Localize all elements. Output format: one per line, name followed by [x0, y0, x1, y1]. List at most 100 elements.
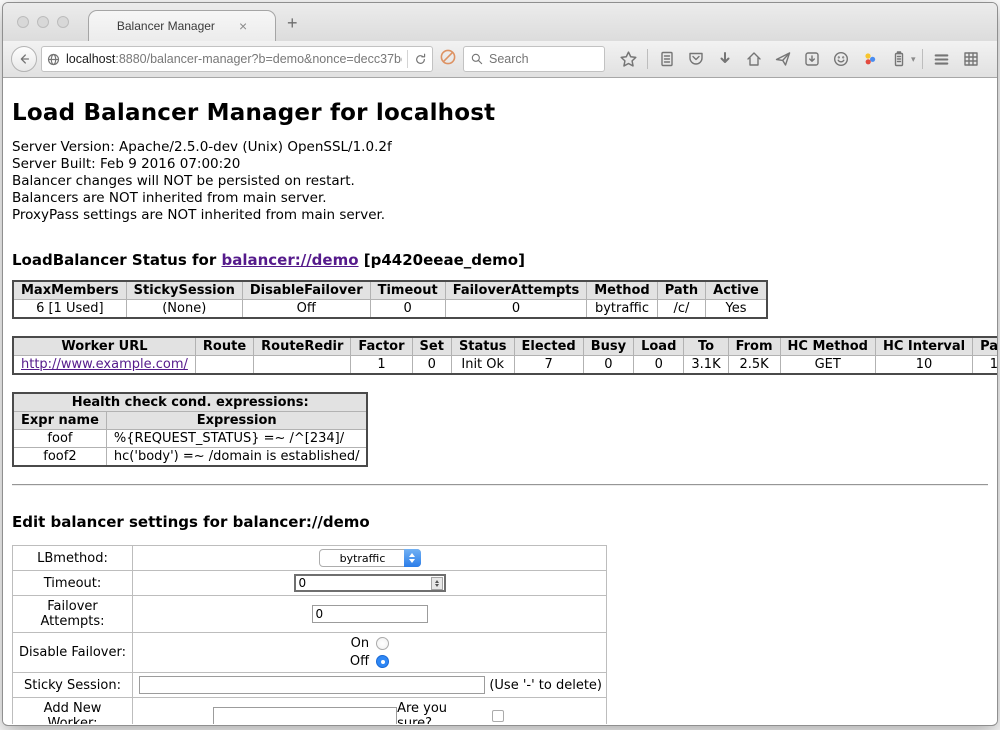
page-content: Load Balancer Manager for localhost Serv…: [3, 78, 997, 724]
bookmark-star-button[interactable]: [615, 46, 641, 72]
url-path: :8880/balancer-manager?b=demo&nonce=decc…: [115, 52, 402, 66]
cell-expr-name-1: foof: [13, 430, 106, 448]
worker-table: Worker URL Route RouteRedir Factor Set S…: [12, 336, 997, 375]
col-load: Load: [634, 337, 684, 356]
balancer-data-row: 6 [1 Used] (None) Off 0 0 bytraffic /c/ …: [13, 300, 767, 319]
search-bar[interactable]: [463, 46, 605, 72]
health-check-table: Health check cond. expressions: Expr nam…: [12, 392, 368, 467]
cell-elected: 7: [514, 356, 583, 375]
zoom-window-button[interactable]: [57, 16, 69, 28]
lbmethod-label: LBmethod:: [13, 546, 133, 571]
sticky-session-input[interactable]: [139, 676, 485, 694]
col-set: Set: [412, 337, 451, 356]
number-spinner-icon[interactable]: [431, 577, 443, 590]
extension-clipboard-button[interactable]: [886, 46, 912, 72]
content-blocked-icon[interactable]: [439, 48, 457, 71]
navigation-toolbar: localhost:8880/balancer-manager?b=demo&n…: [3, 41, 997, 78]
reading-list-button[interactable]: [654, 46, 680, 72]
failover-attempts-input[interactable]: [312, 605, 428, 623]
add-worker-label: Add New Worker:: [13, 698, 133, 725]
health-header-row: Expr name Expression: [13, 412, 367, 430]
pocket-button[interactable]: [683, 46, 709, 72]
col-from: From: [728, 337, 780, 356]
save-page-button[interactable]: [799, 46, 825, 72]
cell-hc-interval: 10: [875, 356, 972, 375]
cell-from: 2.5K: [728, 356, 780, 375]
extension-colordots-button[interactable]: [857, 46, 883, 72]
select-stepper-icon: [404, 549, 421, 567]
are-you-sure-checkbox[interactable]: [492, 710, 504, 722]
cell-disablefailover: Off: [242, 300, 370, 319]
balancer-status-table: MaxMembers StickySession DisableFailover…: [12, 280, 768, 319]
balancer-link[interactable]: balancer://demo: [221, 251, 358, 269]
menu-button[interactable]: [929, 46, 955, 72]
pocket-icon: [687, 50, 705, 68]
col-factor: Factor: [351, 337, 412, 356]
col-expression: Expression: [106, 412, 367, 430]
close-window-button[interactable]: [17, 16, 29, 28]
radio-on[interactable]: [376, 637, 389, 650]
cell-timeout: 0: [370, 300, 445, 319]
proxypass-note: ProxyPass settings are NOT inherited fro…: [12, 207, 988, 224]
battery-clipboard-icon: [890, 50, 908, 68]
feedback-button[interactable]: [828, 46, 854, 72]
star-icon: [619, 50, 638, 69]
reload-button[interactable]: [413, 52, 428, 67]
url-bar[interactable]: localhost:8880/balancer-manager?b=demo&n…: [41, 46, 433, 72]
col-elected: Elected: [514, 337, 583, 356]
add-worker-input[interactable]: [213, 707, 397, 724]
window-controls: [17, 16, 69, 28]
tab-close-icon[interactable]: ×: [239, 19, 247, 33]
radio-off[interactable]: [376, 655, 389, 668]
extension-grid-button[interactable]: [958, 46, 984, 72]
back-button[interactable]: [11, 46, 37, 72]
send-tab-button[interactable]: [770, 46, 796, 72]
cell-failoverattempts: 0: [445, 300, 587, 319]
cell-route: [195, 356, 253, 375]
server-info: Server Version: Apache/2.5.0-dev (Unix) …: [12, 139, 988, 224]
col-stickysession: StickySession: [126, 281, 242, 300]
tab-balancer-manager[interactable]: Balancer Manager ×: [88, 10, 276, 41]
toolbar-buttons: ▾: [615, 46, 984, 72]
status-heading-suffix: [p4420eeae_demo]: [359, 251, 525, 269]
edit-settings-heading: Edit balancer settings for balancer://de…: [12, 513, 988, 531]
col-busy: Busy: [583, 337, 633, 356]
globe-icon: [46, 52, 61, 67]
status-heading-prefix: LoadBalancer Status for: [12, 251, 221, 269]
cell-expression-1: %{REQUEST_STATUS} =~ /^[234]/: [106, 430, 367, 448]
new-tab-button[interactable]: +: [287, 13, 298, 34]
timeout-input[interactable]: [294, 574, 446, 592]
search-icon: [470, 52, 484, 66]
balancer-header-row: MaxMembers StickySession DisableFailover…: [13, 281, 767, 300]
col-disablefailover: DisableFailover: [242, 281, 370, 300]
cell-status: Init Ok: [451, 356, 514, 375]
home-button[interactable]: [741, 46, 767, 72]
col-status: Status: [451, 337, 514, 356]
edit-balancer-form: LBmethod: bytraffic Timeout:: [12, 545, 607, 724]
search-input[interactable]: [489, 52, 589, 66]
cell-expr-name-2: foof2: [13, 448, 106, 467]
toolbar-separator: [647, 49, 648, 69]
lbmethod-select[interactable]: bytraffic: [319, 549, 421, 567]
sticky-session-label: Sticky Session:: [13, 673, 133, 698]
cell-load: 0: [634, 356, 684, 375]
cell-maxmembers: 6 [1 Used]: [13, 300, 126, 319]
worker-url-link[interactable]: http://www.example.com/: [21, 357, 188, 372]
col-path: Path: [657, 281, 705, 300]
lbmethod-row: LBmethod: bytraffic: [13, 546, 607, 571]
cell-hc-method: GET: [780, 356, 875, 375]
server-built: Server Built: Feb 9 2016 07:00:20: [12, 156, 988, 173]
smiley-icon: [832, 50, 850, 68]
failover-attempts-label: Failover Attempts:: [13, 596, 133, 633]
cell-factor: 1: [351, 356, 412, 375]
minimize-window-button[interactable]: [37, 16, 49, 28]
clipboard-icon: [658, 50, 676, 68]
health-row-foof: foof %{REQUEST_STATUS} =~ /^[234]/: [13, 430, 367, 448]
server-version: Server Version: Apache/2.5.0-dev (Unix) …: [12, 139, 988, 156]
lbmethod-selected-value: bytraffic: [340, 552, 386, 565]
col-failoverattempts: FailoverAttempts: [445, 281, 587, 300]
overflow-caret-icon[interactable]: ▾: [911, 54, 916, 65]
col-method: Method: [587, 281, 657, 300]
downloads-button[interactable]: [712, 46, 738, 72]
health-table-title: Health check cond. expressions:: [13, 393, 367, 412]
